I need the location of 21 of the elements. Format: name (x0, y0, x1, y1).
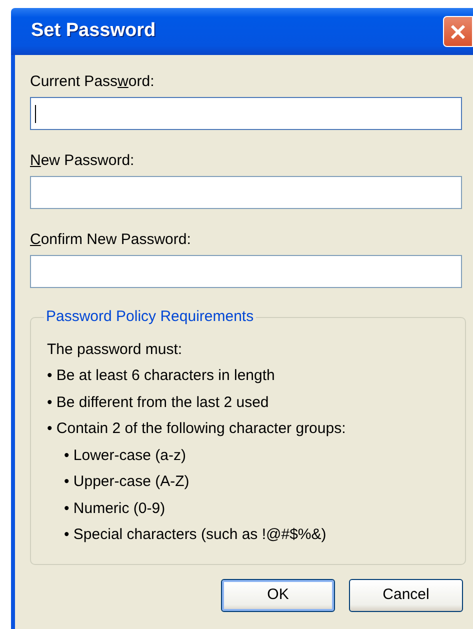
password-field[interactable] (30, 97, 462, 130)
requirement-text: • Upper-case (A-Z) (63, 472, 190, 492)
dialog-button[interactable]: Cancel (349, 579, 463, 612)
field-label: Confirm New Password: (30, 231, 192, 249)
close-icon (450, 24, 466, 40)
requirement-text: • Contain 2 of the following character groups: (47, 419, 347, 439)
requirement-text: • Be different from the last 2 used (47, 392, 270, 412)
field-label: Current Password: (30, 73, 156, 91)
window-title: Set Password (31, 19, 156, 44)
requirement-text: • Be at least 6 characters in length (47, 366, 276, 386)
close-button[interactable] (443, 16, 473, 47)
password-field[interactable] (30, 255, 462, 288)
requirement-text: • Lower-case (a-z) (63, 446, 187, 466)
password-field[interactable] (30, 176, 462, 209)
requirement-text: • Numeric (0-9) (63, 498, 166, 518)
requirement-text: • Special characters (such as !@#$%&) (63, 525, 328, 545)
policy-intro: The password must: (47, 340, 184, 360)
dialog-button[interactable]: OK (221, 579, 335, 612)
field-label: New Password: (30, 152, 136, 170)
group-title: Password Policy Requirements (45, 307, 255, 327)
text-cursor (35, 104, 36, 122)
